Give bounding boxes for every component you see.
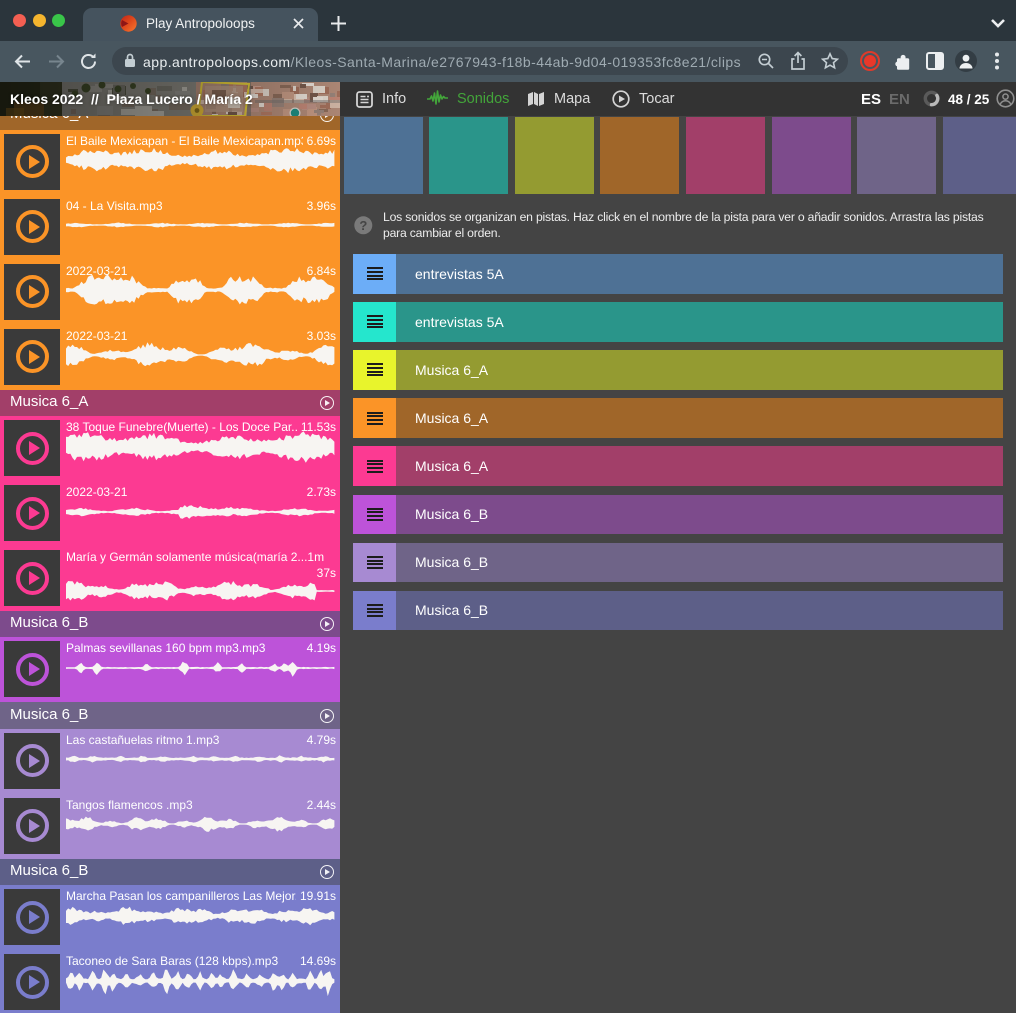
svg-text:?: ? xyxy=(359,218,367,233)
